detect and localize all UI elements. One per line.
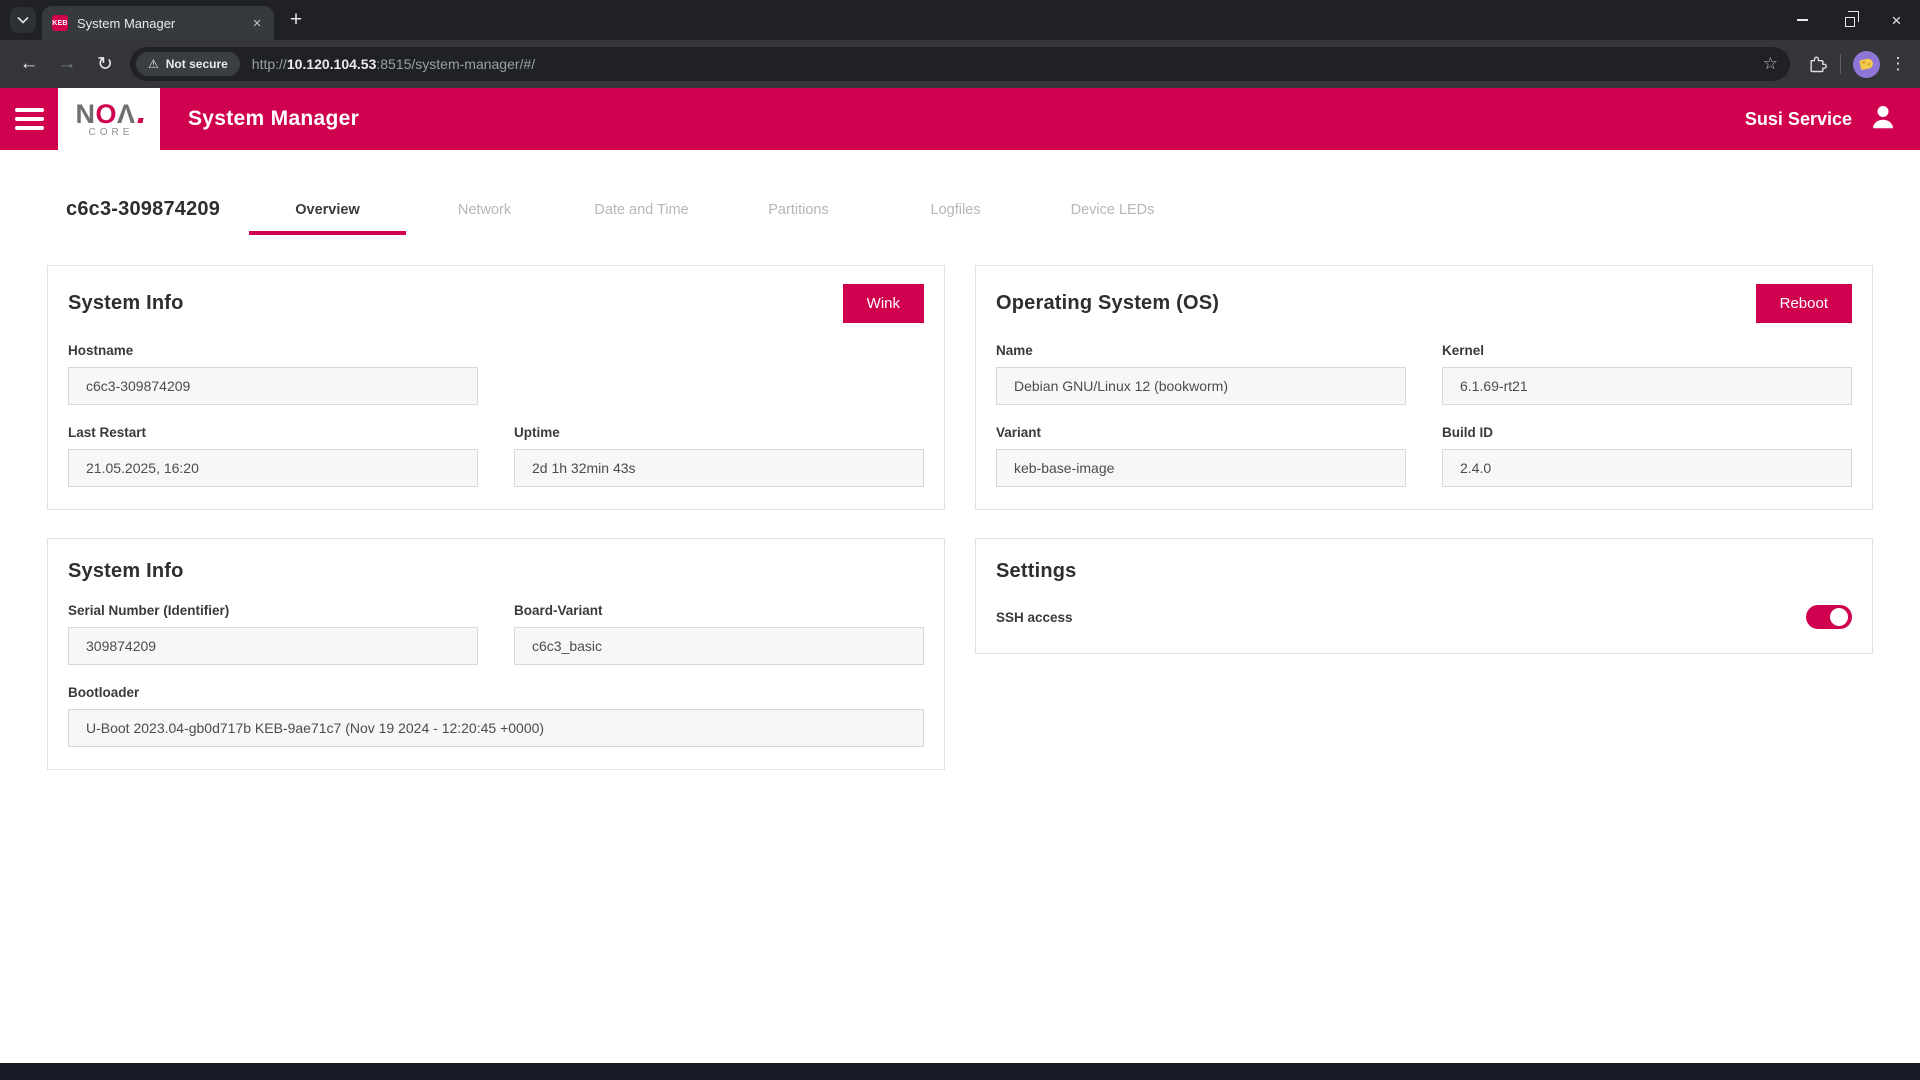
browser-tab-title: System Manager xyxy=(77,16,248,31)
toolbar-divider xyxy=(1840,54,1841,74)
field-board-variant: Board-Variant c6c3_basic xyxy=(514,603,924,665)
card-system-info-identifiers: System Info Serial Number (Identifier) 3… xyxy=(47,538,945,770)
card-system-info: System Info Wink Hostname c6c3-309874209… xyxy=(47,265,945,510)
logo-dot xyxy=(137,118,143,123)
field-hostname: Hostname c6c3-309874209 xyxy=(68,343,478,405)
kernel-value: 6.1.69-rt21 xyxy=(1442,367,1852,405)
ssh-access-toggle[interactable] xyxy=(1806,605,1852,629)
forward-button[interactable]: → xyxy=(48,45,86,83)
noa-core-logo: NOΛ CORE xyxy=(58,88,160,150)
field-kernel: Kernel 6.1.69-rt21 xyxy=(1442,343,1852,405)
menu-button[interactable] xyxy=(0,88,58,150)
field-build-id: Build ID 2.4.0 xyxy=(1442,425,1852,487)
puzzle-icon xyxy=(1807,54,1827,74)
bottom-bar xyxy=(0,1063,1920,1080)
url-path: :8515/system-manager/#/ xyxy=(376,56,535,72)
cheese-icon xyxy=(1859,58,1874,70)
warning-icon: ⚠ xyxy=(148,57,159,71)
field-variant: Variant keb-base-image xyxy=(996,425,1406,487)
last-restart-value: 21.05.2025, 16:20 xyxy=(68,449,478,487)
content-grid: System Info Wink Hostname c6c3-309874209… xyxy=(0,265,1920,770)
security-chip[interactable]: ⚠ Not secure xyxy=(136,52,240,76)
tab-partitions[interactable]: Partitions xyxy=(720,194,877,235)
url-scheme: http:// xyxy=(252,56,287,72)
card-settings: Settings SSH access xyxy=(975,538,1873,654)
window-restore-button[interactable] xyxy=(1826,0,1873,40)
tab-close-icon[interactable]: × xyxy=(248,14,266,32)
tab-logfiles[interactable]: Logfiles xyxy=(877,194,1034,235)
browser-tab[interactable]: KEB System Manager × xyxy=(42,6,274,40)
window-close-button[interactable]: × xyxy=(1873,0,1920,40)
ssh-access-row: SSH access xyxy=(996,603,1852,631)
browser-tabstrip: KEB System Manager × + × xyxy=(0,0,1920,40)
hostname-value: c6c3-309874209 xyxy=(68,367,478,405)
page-tabs: Overview Network Date and Time Partition… xyxy=(249,194,1191,235)
favicon-keb: KEB xyxy=(52,15,68,31)
field-last-restart: Last Restart 21.05.2025, 16:20 xyxy=(68,425,478,487)
field-bootloader: Bootloader U-Boot 2023.04-gb0d717b KEB-9… xyxy=(68,685,924,747)
variant-value: keb-base-image xyxy=(996,449,1406,487)
browser-menu-button[interactable]: ⋮ xyxy=(1886,54,1910,74)
logo-subtext: CORE xyxy=(89,127,134,138)
person-icon xyxy=(1868,102,1898,132)
back-button[interactable]: ← xyxy=(10,45,48,83)
minimize-icon xyxy=(1797,19,1808,21)
bookmark-star-icon[interactable]: ☆ xyxy=(1763,54,1778,74)
card-title: Settings xyxy=(996,560,1077,583)
card-title: System Info xyxy=(68,292,184,315)
address-bar[interactable]: ⚠ Not secure http://10.120.104.53:8515/s… xyxy=(130,47,1790,81)
user-name: Susi Service xyxy=(1745,109,1852,130)
field-os-name: Name Debian GNU/Linux 12 (bookworm) xyxy=(996,343,1406,405)
toggle-knob xyxy=(1830,608,1848,626)
window-controls: × xyxy=(1779,0,1920,40)
ssh-access-label: SSH access xyxy=(996,610,1073,625)
window-minimize-button[interactable] xyxy=(1779,0,1826,40)
field-uptime: Uptime 2d 1h 32min 43s xyxy=(514,425,924,487)
uptime-value: 2d 1h 32min 43s xyxy=(514,449,924,487)
serial-number-value: 309874209 xyxy=(68,627,478,665)
browser-toolbar: ← → ↻ ⚠ Not secure http://10.120.104.53:… xyxy=(0,40,1920,88)
field-serial-number: Serial Number (Identifier) 309874209 xyxy=(68,603,478,665)
hamburger-icon xyxy=(15,108,44,112)
os-name-value: Debian GNU/Linux 12 (bookworm) xyxy=(996,367,1406,405)
bootloader-value: U-Boot 2023.04-gb0d717b KEB-9ae71c7 (Nov… xyxy=(68,709,924,747)
tab-network[interactable]: Network xyxy=(406,194,563,235)
page-title: c6c3-309874209 xyxy=(66,198,249,235)
card-title: Operating System (OS) xyxy=(996,292,1219,315)
reload-button[interactable]: ↻ xyxy=(86,45,124,83)
new-tab-button[interactable]: + xyxy=(282,6,310,34)
url-text: http://10.120.104.53:8515/system-manager… xyxy=(252,56,1763,72)
reboot-button[interactable]: Reboot xyxy=(1756,284,1852,323)
restore-icon xyxy=(1845,17,1855,27)
extensions-button[interactable] xyxy=(1800,47,1834,81)
card-title: System Info xyxy=(68,560,184,583)
tab-search-button[interactable] xyxy=(10,7,36,33)
build-id-value: 2.4.0 xyxy=(1442,449,1852,487)
user-button[interactable] xyxy=(1868,102,1898,137)
card-operating-system: Operating System (OS) Reboot Name Debian… xyxy=(975,265,1873,510)
app-header: NOΛ CORE System Manager Susi Service xyxy=(0,88,1920,150)
profile-avatar[interactable] xyxy=(1853,51,1880,78)
tab-device-leds[interactable]: Device LEDs xyxy=(1034,194,1191,235)
logo-wordmark: NOΛ xyxy=(75,101,142,127)
chevron-down-icon xyxy=(17,16,29,24)
page-header: c6c3-309874209 Overview Network Date and… xyxy=(66,194,1920,235)
board-variant-value: c6c3_basic xyxy=(514,627,924,665)
security-label: Not secure xyxy=(166,57,228,71)
tab-date-and-time[interactable]: Date and Time xyxy=(563,194,720,235)
url-host: 10.120.104.53 xyxy=(287,56,377,72)
app-title: System Manager xyxy=(188,107,359,131)
close-icon: × xyxy=(1892,12,1902,29)
tab-overview[interactable]: Overview xyxy=(249,194,406,235)
wink-button[interactable]: Wink xyxy=(843,284,924,323)
